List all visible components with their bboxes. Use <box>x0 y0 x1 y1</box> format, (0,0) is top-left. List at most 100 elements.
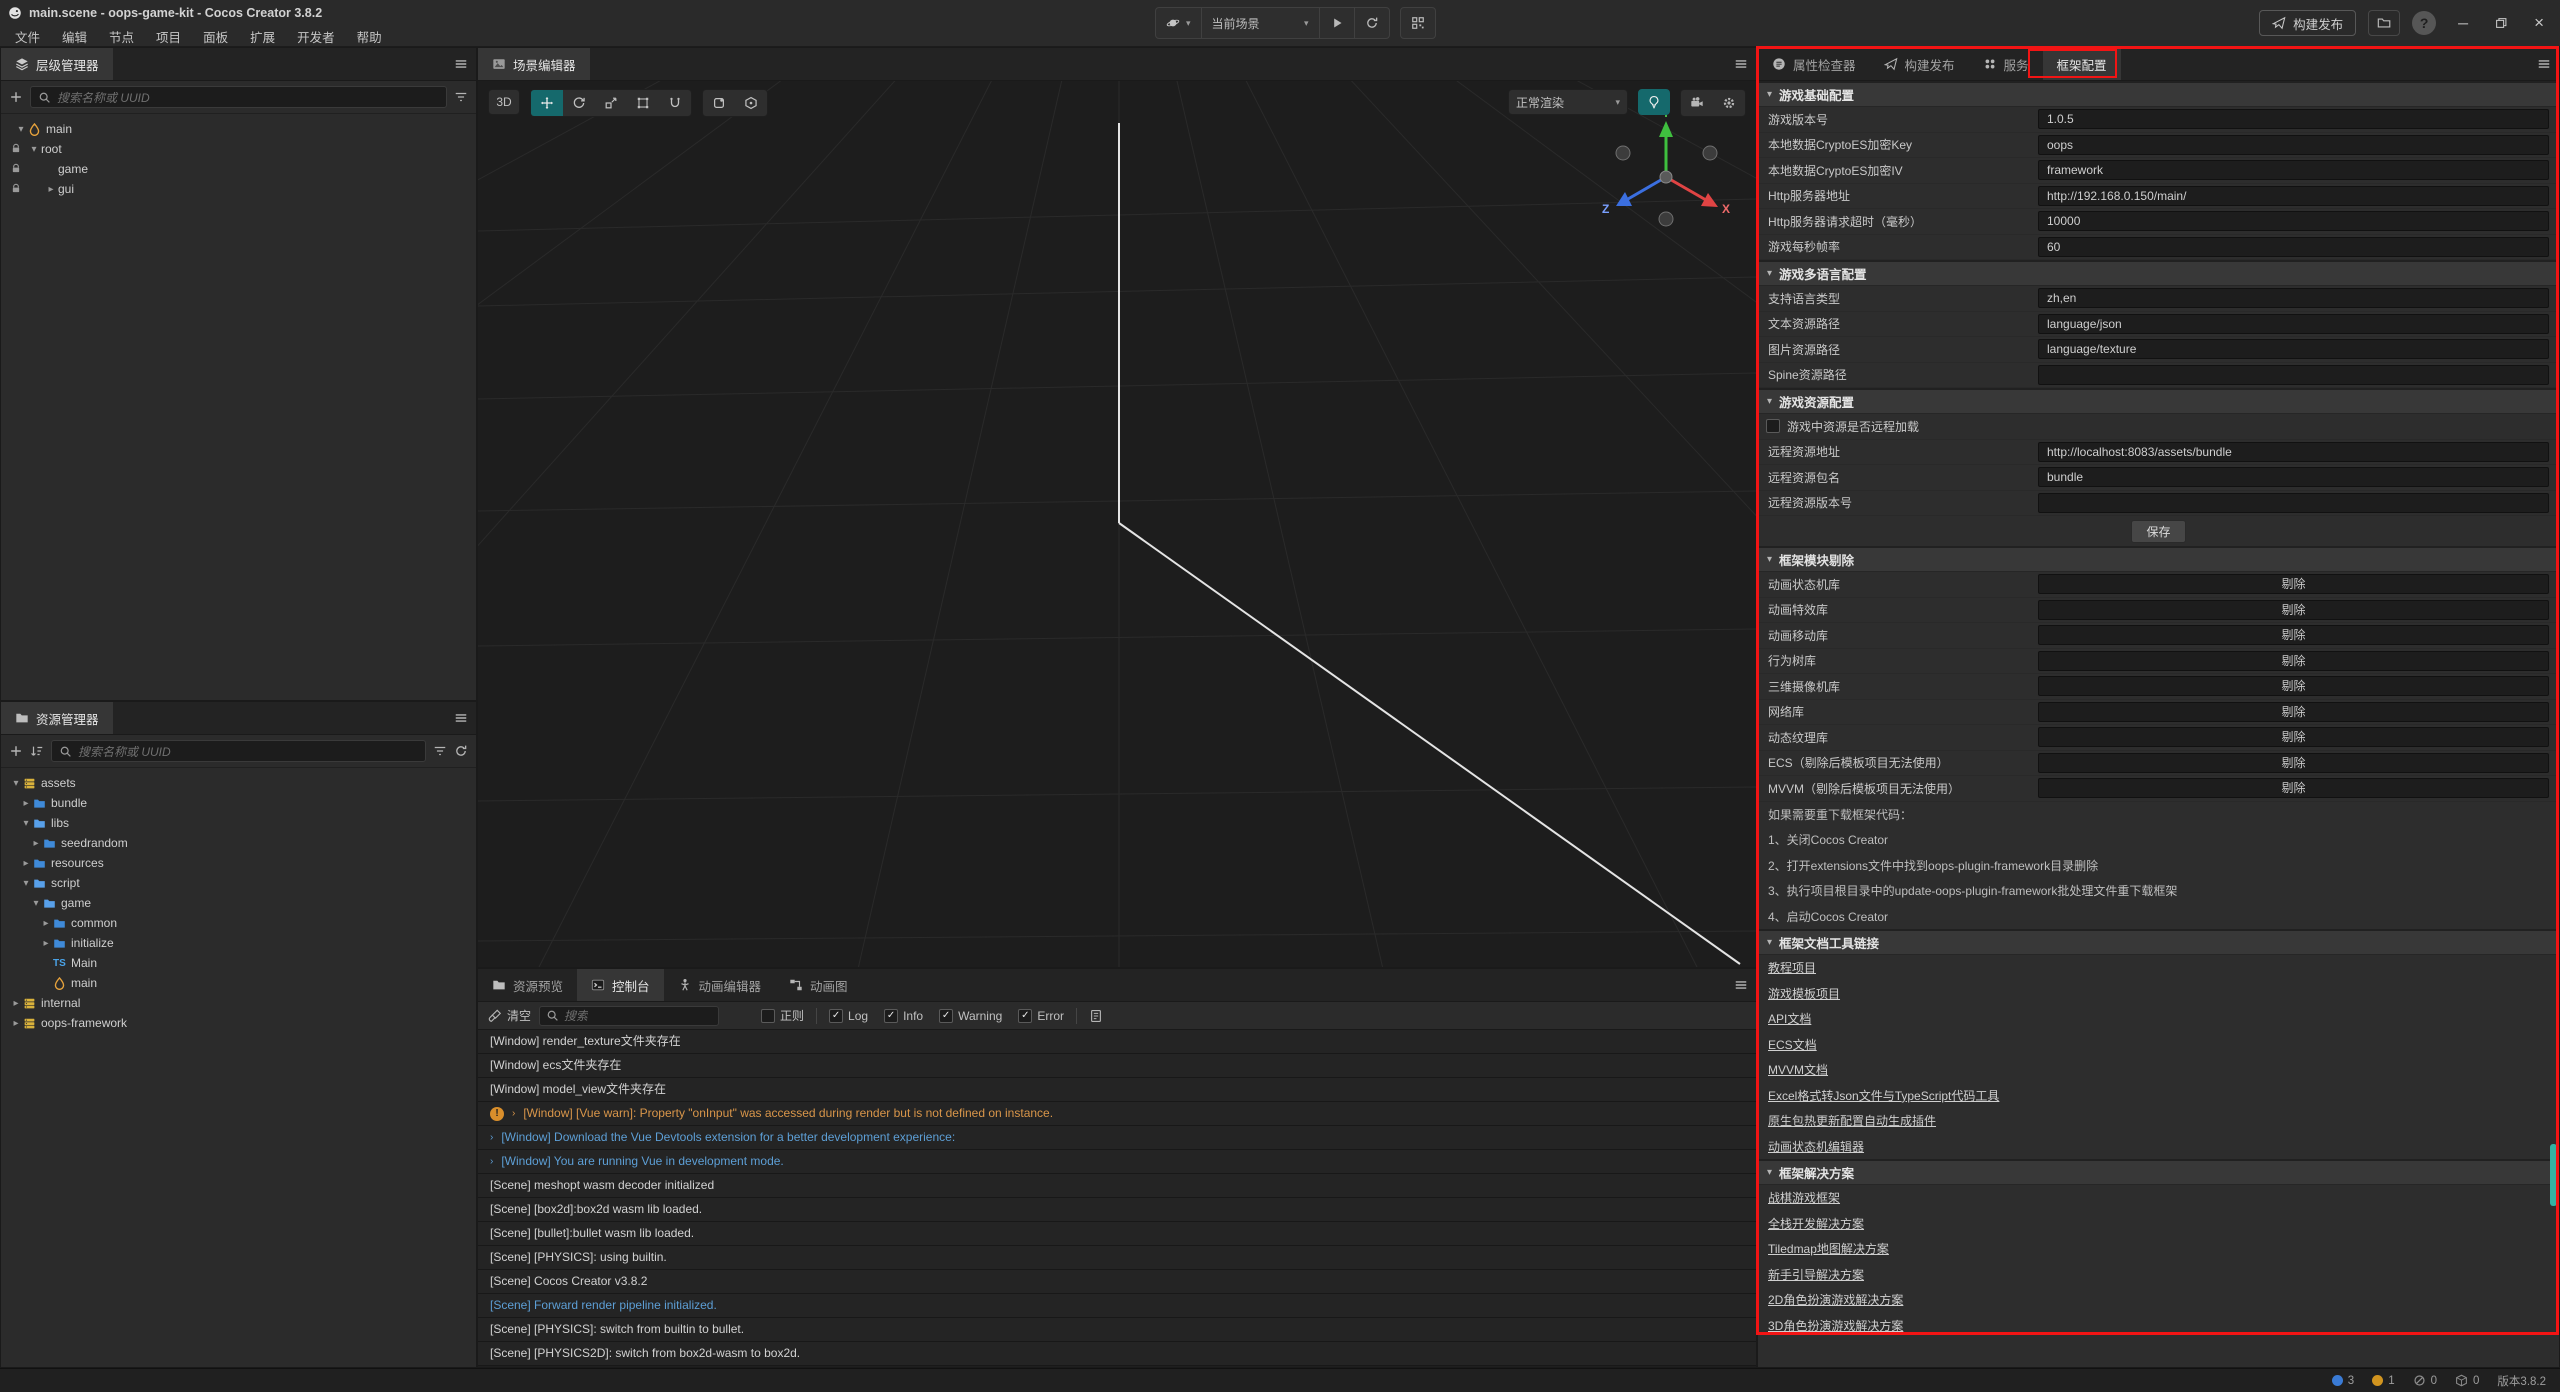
field-input[interactable] <box>2038 493 2549 513</box>
asset-node[interactable]: ▸ resources <box>1 853 476 873</box>
status-info-counter[interactable]: 3 <box>2332 1374 2354 1387</box>
remove-module-button[interactable]: 剔除 <box>2038 676 2549 696</box>
section-header[interactable]: ▾ 框架解决方案 <box>1758 1159 2559 1185</box>
tree-chevron-icon[interactable]: ▾ <box>14 124 28 135</box>
panel-menu-icon[interactable] <box>1734 48 1748 80</box>
asset-node[interactable]: ▸ oops-framework <box>1 1013 476 1033</box>
preview-qr-button[interactable] <box>1401 8 1435 38</box>
open-project-folder-button[interactable] <box>2368 10 2400 36</box>
tree-chevron-icon[interactable]: ▾ <box>29 898 43 909</box>
asset-node[interactable]: TSMain <box>1 953 476 973</box>
tab-framework-config[interactable]: 框架配置 <box>2043 48 2121 80</box>
expand-chevron-icon[interactable]: › <box>490 1150 493 1173</box>
scene-dropdown[interactable]: 当前场景 ▾ <box>1201 8 1319 38</box>
filter-icon[interactable] <box>454 90 468 104</box>
doc-link[interactable]: 3D角色扮演游戏解决方案 <box>1768 1317 1903 1334</box>
console-line[interactable]: [Scene] [PHYSICS]: switch from builtin t… <box>478 1318 1756 1342</box>
tree-chevron-icon[interactable]: ▸ <box>9 998 23 1009</box>
save-button[interactable]: 保存 <box>2131 520 2185 543</box>
field-input[interactable]: oops <box>2038 135 2549 155</box>
snap-tool-button[interactable] <box>703 90 735 116</box>
tab-active-console[interactable]: 控制台 <box>577 969 664 1001</box>
asset-node[interactable]: ▸ bundle <box>1 793 476 813</box>
field-input[interactable]: 1.0.5 <box>2038 109 2549 129</box>
field-input[interactable]: zh,en <box>2038 288 2549 308</box>
tree-chevron-icon[interactable]: ▸ <box>9 1018 23 1029</box>
console-line[interactable]: !›[Window] [Vue warn]: Property "onInput… <box>478 1102 1756 1126</box>
asset-node[interactable]: main <box>1 973 476 993</box>
tree-chevron-icon[interactable]: ▸ <box>39 938 53 949</box>
doc-link[interactable]: API文档 <box>1768 1010 1811 1027</box>
asset-node[interactable]: ▸ common <box>1 913 476 933</box>
field-input[interactable] <box>2038 365 2549 385</box>
filter-error-checkbox[interactable]: ✓ Error <box>1018 1009 1064 1023</box>
remote-load-checkbox[interactable] <box>1766 419 1780 433</box>
section-header[interactable]: ▾ 框架文档工具链接 <box>1758 929 2559 955</box>
collider-tool-button[interactable] <box>735 90 767 116</box>
tab-assets[interactable]: 资源管理器 <box>1 702 113 734</box>
console-line[interactable]: [Window] model_view文件夹存在 <box>478 1078 1756 1102</box>
hierarchy-node[interactable]: ▾ main <box>1 119 476 139</box>
section-header[interactable]: ▾ 游戏基础配置 <box>1758 81 2559 107</box>
section-header[interactable]: ▾ 框架模块剔除 <box>1758 546 2559 572</box>
asset-node[interactable]: ▸ initialize <box>1 933 476 953</box>
restart-button[interactable] <box>1354 8 1389 38</box>
console-line[interactable]: [Scene] [PHYSICS]: using builtin. <box>478 1246 1756 1270</box>
asset-node[interactable]: ▾ assets <box>1 773 476 793</box>
console-line[interactable]: [Scene] [PHYSICS2D]: switch from box2d-w… <box>478 1342 1756 1366</box>
console-line[interactable]: ›[Window] You are running Vue in develop… <box>478 1150 1756 1174</box>
remove-module-button[interactable]: 剔除 <box>2038 753 2549 773</box>
doc-link[interactable]: 教程项目 <box>1768 959 1816 976</box>
console-line[interactable]: [Scene] Cocos Creator v3.8.2 <box>478 1270 1756 1294</box>
field-input[interactable]: language/json <box>2038 314 2549 334</box>
play-button[interactable] <box>1319 8 1354 38</box>
tree-chevron-icon[interactable]: ▸ <box>39 918 53 929</box>
asset-node[interactable]: ▾ game <box>1 893 476 913</box>
log-file-icon[interactable] <box>1089 1009 1103 1023</box>
scene-settings-button[interactable] <box>1713 90 1745 116</box>
help-icon[interactable]: ? <box>2412 11 2436 35</box>
menu-item[interactable]: 编辑 <box>51 27 98 46</box>
filter-warning-checkbox[interactable]: ✓ Warning <box>939 1009 1002 1023</box>
field-input[interactable]: http://192.168.0.150/main/ <box>2038 186 2549 206</box>
refresh-icon[interactable] <box>454 744 468 758</box>
menu-item[interactable]: 面板 <box>192 27 239 46</box>
menu-item[interactable]: 帮助 <box>346 27 393 46</box>
move-tool-button[interactable] <box>531 90 563 116</box>
panel-menu-icon[interactable] <box>454 702 468 734</box>
tree-chevron-icon[interactable]: ▾ <box>27 144 41 155</box>
doc-link[interactable]: Excel格式转Json文件与TypeScript代码工具 <box>1768 1087 1999 1104</box>
doc-link[interactable]: 原生包热更新配置自动生成插件 <box>1768 1112 1936 1129</box>
tree-chevron-icon[interactable]: ▸ <box>19 798 33 809</box>
doc-link[interactable]: 全栈开发解决方案 <box>1768 1215 1864 1232</box>
field-input[interactable]: http://localhost:8083/assets/bundle <box>2038 442 2549 462</box>
doc-link[interactable]: ECS文档 <box>1768 1036 1817 1053</box>
hierarchy-node[interactable]: game <box>1 159 476 179</box>
hierarchy-search-input[interactable]: 搜索名称或 UUID <box>30 86 447 108</box>
dimension-toggle-button[interactable]: 3D <box>488 89 520 115</box>
maximize-button[interactable] <box>2494 16 2508 30</box>
asset-node[interactable]: ▾ libs <box>1 813 476 833</box>
status-warning-counter[interactable]: 1 <box>2372 1374 2394 1387</box>
filter-icon[interactable] <box>433 744 447 758</box>
doc-link[interactable]: 新手引导解决方案 <box>1768 1266 1864 1283</box>
tab-console[interactable]: 资源预览 <box>478 969 577 1001</box>
expand-chevron-icon[interactable]: › <box>512 1102 515 1125</box>
doc-link[interactable]: 动画状态机编辑器 <box>1768 1138 1864 1155</box>
tree-chevron-icon[interactable]: ▾ <box>9 778 23 789</box>
console-line[interactable]: [Window] render_texture文件夹存在 <box>478 1030 1756 1054</box>
doc-link[interactable]: 游戏模板项目 <box>1768 985 1840 1002</box>
tab-hierarchy[interactable]: 层级管理器 <box>1 48 113 80</box>
section-header[interactable]: ▾ 游戏资源配置 <box>1758 388 2559 414</box>
panel-menu-icon[interactable] <box>454 48 468 80</box>
rect-tool-button[interactable] <box>627 90 659 116</box>
clear-console-button[interactable]: 清空 <box>488 1007 531 1024</box>
status-package-counter[interactable]: 0 <box>2455 1374 2479 1387</box>
lightbulb-button[interactable] <box>1638 89 1670 115</box>
tree-chevron-icon[interactable]: ▸ <box>29 838 43 849</box>
hierarchy-node[interactable]: ▸ gui <box>1 179 476 199</box>
remove-module-button[interactable]: 剔除 <box>2038 600 2549 620</box>
filter-info-checkbox[interactable]: ✓ Info <box>884 1009 923 1023</box>
menu-item[interactable]: 项目 <box>145 27 192 46</box>
asset-node[interactable]: ▾ script <box>1 873 476 893</box>
